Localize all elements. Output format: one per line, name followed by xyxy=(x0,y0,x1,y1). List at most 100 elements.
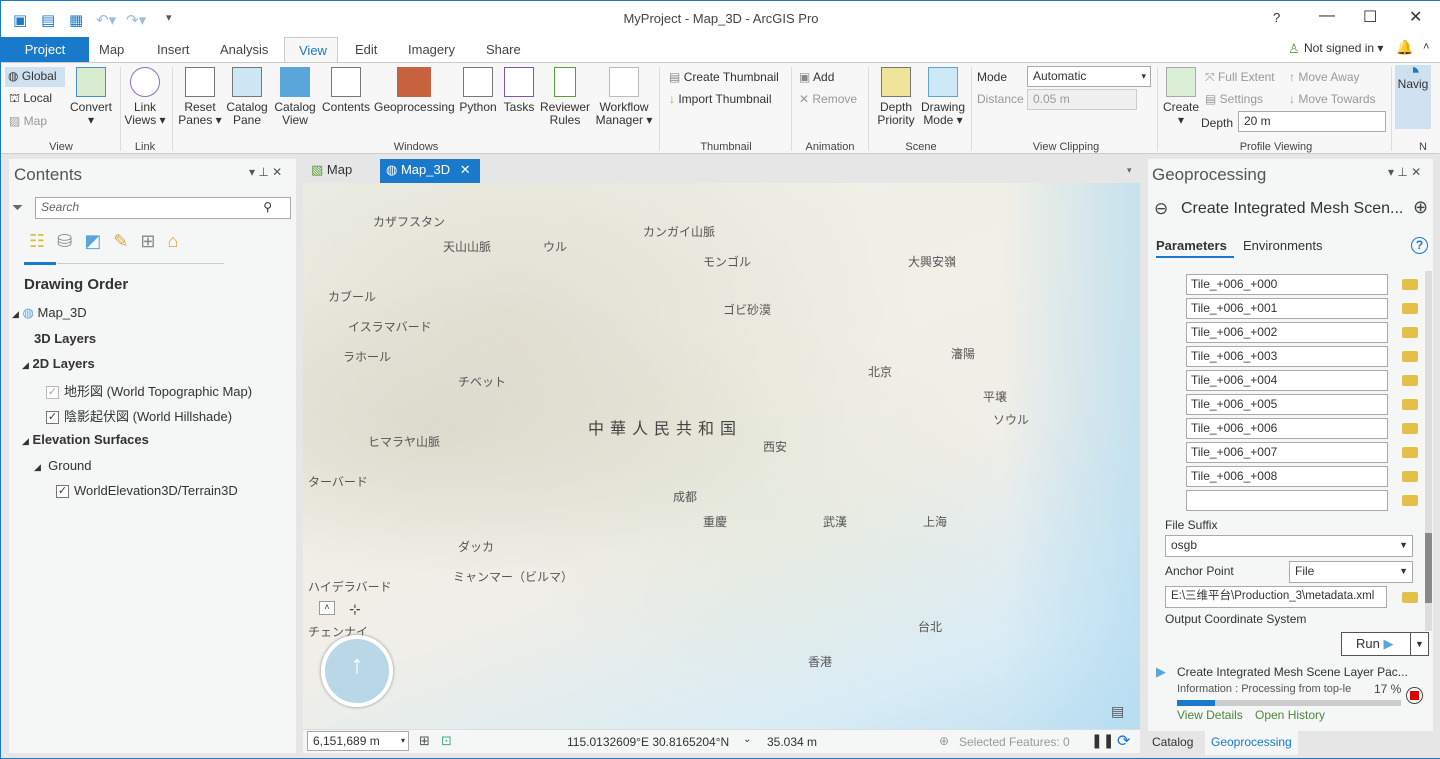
navigator-button[interactable]: ◔ Navig xyxy=(1395,65,1431,129)
reviewer-rules-button[interactable]: Reviewer Rules xyxy=(540,67,590,127)
depth-input[interactable]: 20 m xyxy=(1238,111,1386,132)
link-views-button[interactable]: Link Views ▾ xyxy=(123,67,167,127)
tab-menu-icon[interactable]: ▾ xyxy=(1127,165,1132,176)
depth-priority-button[interactable]: Depth Priority xyxy=(873,67,919,127)
create-profile-button[interactable]: Create ▾ xyxy=(1161,67,1201,127)
cancel-job-button[interactable] xyxy=(1406,687,1423,704)
tab-edit[interactable]: Edit xyxy=(341,37,391,63)
tree-map-3d[interactable]: ◢ ◍ Map_3D xyxy=(12,305,87,321)
catalog-pane-button[interactable]: Catalog Pane xyxy=(225,67,269,127)
refresh-button[interactable]: ⟳ xyxy=(1117,731,1130,751)
folder-icon[interactable] xyxy=(1402,471,1418,482)
folder-icon[interactable] xyxy=(1402,303,1418,314)
workflow-manager-button[interactable]: Workflow Manager ▾ xyxy=(594,67,654,127)
drawing-mode-button[interactable]: Drawing Mode ▾ xyxy=(919,67,967,127)
maximize-button[interactable]: ☐ xyxy=(1363,7,1377,27)
contents-button[interactable]: Contents xyxy=(319,67,373,114)
tree-3d-layers[interactable]: 3D Layers xyxy=(34,331,96,346)
convert-button[interactable]: Convert ▾ xyxy=(67,67,115,127)
selected-features[interactable]: Selected Features: 0 xyxy=(959,735,1070,749)
pane-options-icon[interactable]: ▾ ⊥ ✕ xyxy=(249,165,282,179)
tile-input[interactable] xyxy=(1186,490,1388,511)
tab-parameters[interactable]: Parameters xyxy=(1156,238,1227,253)
selection-icon[interactable]: ◩ xyxy=(84,231,113,251)
settings-button[interactable]: ▤ Settings xyxy=(1205,92,1263,106)
global-button[interactable]: ◍ Global xyxy=(5,67,65,87)
tile-input[interactable]: Tile_+006_+004 xyxy=(1186,370,1388,391)
tile-input[interactable]: Tile_+006_+006 xyxy=(1186,418,1388,439)
tab-view[interactable]: View xyxy=(284,37,338,63)
contents-search-input[interactable]: Search ⚲ xyxy=(35,197,291,219)
import-thumbnail-button[interactable]: ↓ Import Thumbnail xyxy=(669,92,772,106)
tab-map-3d[interactable]: ◍ Map_3D ✕ xyxy=(380,159,480,183)
tree-elevation-surfaces[interactable]: ◢ Elevation Surfaces xyxy=(22,432,149,447)
params-scrollbar[interactable] xyxy=(1425,271,1432,631)
data-source-icon[interactable]: ⛁ xyxy=(57,231,84,251)
folder-icon[interactable] xyxy=(1402,327,1418,338)
open-history-link[interactable]: Open History xyxy=(1255,708,1325,722)
run-button[interactable]: Run ▶ ▼ xyxy=(1341,632,1429,656)
move-away-button[interactable]: ↑ Move Away xyxy=(1289,70,1360,84)
tasks-button[interactable]: Tasks xyxy=(501,67,537,114)
pane-options-icon[interactable]: ▾ ⊥ ✕ xyxy=(1388,165,1421,179)
reset-panes-button[interactable]: Reset Panes ▾ xyxy=(177,67,223,127)
labeling-icon[interactable]: ⌂ xyxy=(167,231,190,251)
editing-icon[interactable]: ✎ xyxy=(113,231,140,251)
create-thumbnail-button[interactable]: ▤ Create Thumbnail xyxy=(669,70,779,84)
tile-input[interactable]: Tile_+006_+000 xyxy=(1186,274,1388,295)
minimize-button[interactable]: — xyxy=(1319,7,1335,25)
view-details-link[interactable]: View Details xyxy=(1177,708,1243,722)
geoprocessing-button[interactable]: Geoprocessing xyxy=(374,67,455,114)
close-tab-icon[interactable]: ✕ xyxy=(460,162,471,177)
layer-topographic[interactable]: ✓ 地形図 (World Topographic Map) xyxy=(46,381,252,400)
tile-input[interactable]: Tile_+006_+007 xyxy=(1186,442,1388,463)
tile-input[interactable]: Tile_+006_+008 xyxy=(1186,466,1388,487)
folder-icon[interactable] xyxy=(1402,592,1418,603)
anchor-path-input[interactable]: E:\三维平台\Production_3\metadata.xml xyxy=(1165,586,1387,608)
close-button[interactable]: ✕ xyxy=(1409,7,1422,27)
tile-input[interactable]: Tile_+006_+003 xyxy=(1186,346,1388,367)
tab-map[interactable]: Map xyxy=(85,37,138,63)
attribution-icon[interactable]: ▤ xyxy=(1111,703,1124,720)
add-icon[interactable]: ⊕ xyxy=(1413,197,1428,218)
folder-icon[interactable] xyxy=(1402,351,1418,362)
back-icon[interactable]: ⊖ xyxy=(1154,199,1168,219)
coord-format-dropdown[interactable]: ⌄ xyxy=(743,734,751,745)
clipping-distance-input[interactable]: 0.05 m xyxy=(1027,89,1137,110)
navigator-control[interactable]: ↑ xyxy=(321,635,393,707)
folder-icon[interactable] xyxy=(1402,279,1418,290)
move-towards-button[interactable]: ↓ Move Towards xyxy=(1289,92,1376,106)
tab-map-view[interactable]: ▧ Map xyxy=(307,162,356,178)
tab-insert[interactable]: Insert xyxy=(143,37,204,63)
folder-icon[interactable] xyxy=(1402,495,1418,506)
pan-icon[interactable]: ⊹ xyxy=(349,601,361,618)
map-view-button[interactable]: ▨ Map xyxy=(9,114,47,128)
nav-collapse-icon[interactable]: ˄ xyxy=(319,601,335,615)
tile-input[interactable]: Tile_+006_+001 xyxy=(1186,298,1388,319)
tile-input[interactable]: Tile_+006_+005 xyxy=(1186,394,1388,415)
topo-checkbox[interactable]: ✓ xyxy=(46,386,59,400)
clipping-mode-select[interactable]: Automatic ▾ xyxy=(1027,66,1151,87)
full-extent-button[interactable]: ⤧ Full Extent xyxy=(1205,70,1275,85)
help-button[interactable]: ? xyxy=(1273,10,1280,25)
folder-icon[interactable] xyxy=(1402,375,1418,386)
map-canvas[interactable]: カザフスタン 天山山脈 ウル カンガイ山脈 モンゴル ゴビ砂漠 大興安嶺 カブール イスラマバー… xyxy=(303,183,1140,729)
notification-icon[interactable]: 🔔 xyxy=(1396,39,1413,56)
remove-keyframe-button[interactable]: ✕ Remove xyxy=(799,92,857,106)
layer-hillshade[interactable]: ✓ 陰影起伏図 (World Hillshade) xyxy=(46,406,232,425)
tree-2d-layers[interactable]: ◢ 2D Layers xyxy=(22,356,95,371)
tab-catalog[interactable]: Catalog xyxy=(1152,735,1193,749)
file-suffix-select[interactable]: osgb ▼ xyxy=(1165,535,1413,557)
tab-project[interactable]: Project xyxy=(1,37,89,63)
run-dropdown[interactable]: ▼ xyxy=(1410,633,1428,655)
tile-input[interactable]: Tile_+006_+002 xyxy=(1186,322,1388,343)
catalog-view-button[interactable]: Catalog View xyxy=(273,67,317,127)
fixed-zoom-icon[interactable]: ⊞ xyxy=(419,733,430,749)
terrain-checkbox[interactable]: ✓ xyxy=(56,485,69,499)
hillshade-checkbox[interactable]: ✓ xyxy=(46,411,59,425)
filter-icon[interactable]: ⏷ xyxy=(12,199,23,216)
tab-share[interactable]: Share xyxy=(472,37,535,63)
tree-ground[interactable]: ◢ Ground xyxy=(34,458,92,473)
job-expand-icon[interactable]: ▶ xyxy=(1156,664,1166,680)
tab-analysis[interactable]: Analysis xyxy=(206,37,282,63)
